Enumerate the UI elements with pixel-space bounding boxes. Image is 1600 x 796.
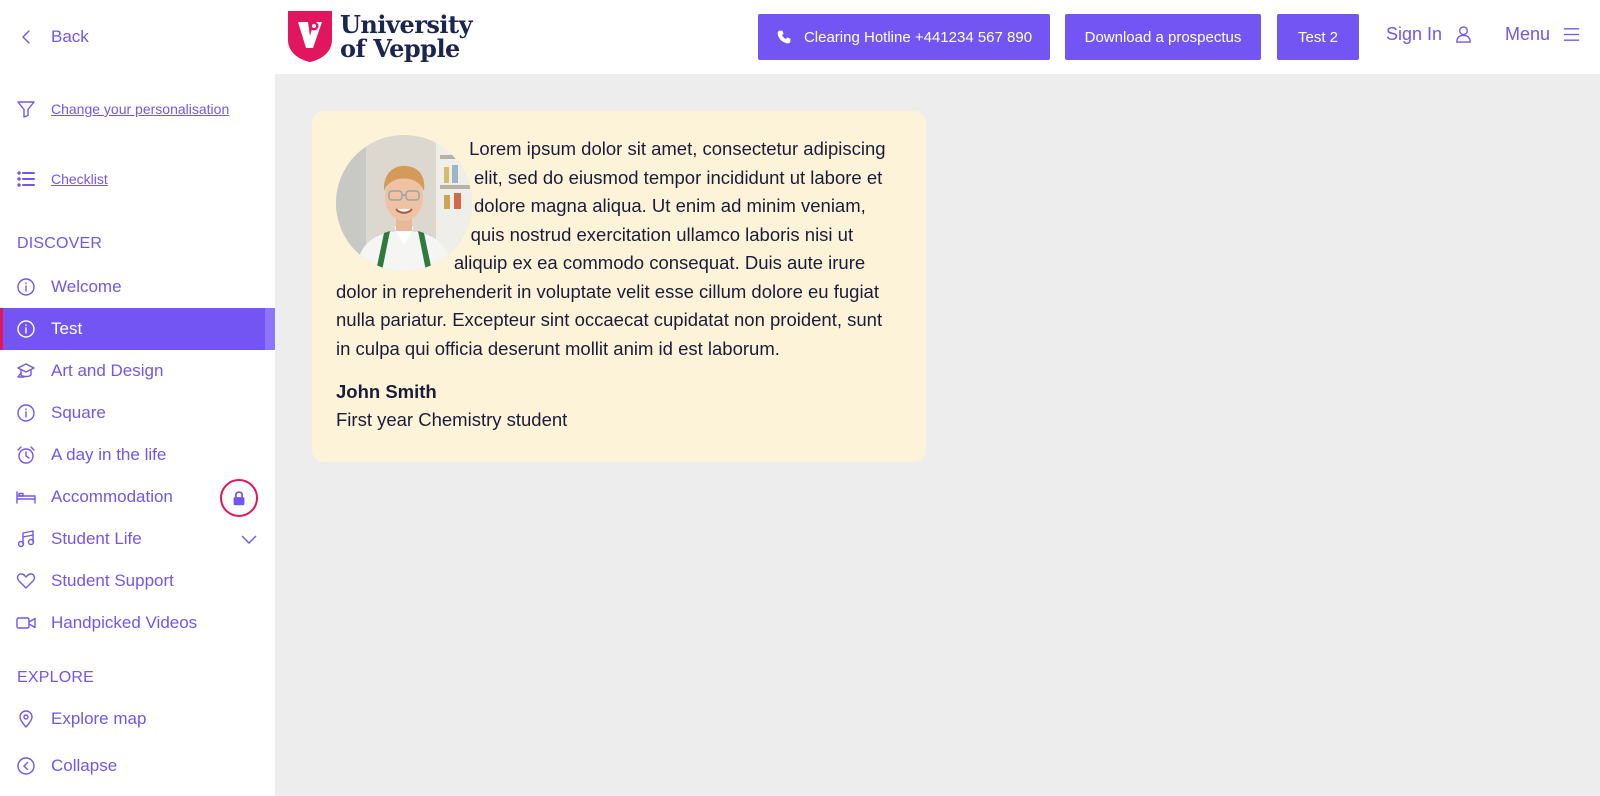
list-icon — [15, 168, 37, 190]
video-camera-icon — [15, 612, 37, 634]
back-label: Back — [51, 27, 89, 46]
menu-label: Menu — [1505, 24, 1551, 44]
sidebar-item-label: A day in the life — [51, 445, 167, 464]
clearing-hotline-label: Clearing Hotline +441234 567 890 — [803, 28, 1033, 46]
change-personalisation-label: Change your personalisation — [51, 101, 230, 117]
sidebar-item-label: Handpicked Videos — [51, 613, 198, 632]
top-header: University of Vepple Clearing Hotline +4… — [275, 0, 1600, 74]
checklist-label: Checklist — [51, 171, 108, 187]
test-2-label: Test 2 — [1297, 28, 1339, 46]
map-pin-icon — [15, 708, 37, 730]
sidebar-item-label: Art and Design — [51, 361, 164, 380]
alarm-clock-icon — [15, 444, 37, 466]
sidebar-item-label: Accommodation — [51, 487, 173, 506]
sidebar-item-student-life[interactable]: Student Life — [0, 518, 275, 560]
chevron-down-icon[interactable] — [240, 530, 258, 548]
music-note-icon — [15, 528, 37, 550]
clearing-hotline-button[interactable]: Clearing Hotline +441234 567 890 — [758, 14, 1050, 60]
sidebar-item-label: Student Support — [51, 571, 174, 590]
student-testimonial-card: Lorem ipsum dolor sit amet, consectetur … — [312, 111, 926, 462]
testimonial-author-role: First year Chemistry student — [336, 409, 568, 430]
sidebar-item-label: Test — [51, 319, 83, 338]
logo-line-2: of Vepple — [340, 33, 460, 63]
filter-icon — [15, 98, 37, 120]
download-prospectus-button[interactable]: Download a prospectus — [1065, 14, 1261, 60]
sidebar-item-welcome[interactable]: Welcome — [0, 266, 275, 308]
student-photo — [336, 135, 472, 271]
info-icon — [15, 276, 37, 298]
sign-in-label: Sign In — [1386, 24, 1443, 44]
sidebar-item-square[interactable]: Square — [0, 392, 275, 434]
logo-line-1: University — [340, 9, 473, 39]
sidebar-item-a-day-in-the-life[interactable]: A day in the life — [0, 434, 275, 476]
sidebar-item-label: Explore map — [51, 709, 147, 728]
discover-heading: DISCOVER — [17, 235, 103, 252]
sidebar-item-test[interactable]: Test — [0, 308, 275, 350]
collapse-label: Collapse — [51, 756, 118, 775]
university-logo[interactable]: University of Vepple — [287, 9, 473, 63]
chevron-left-icon — [15, 26, 37, 48]
bed-icon — [15, 486, 37, 508]
logo-text: University of Vepple — [340, 9, 473, 63]
change-personalisation-link[interactable]: Change your personalisation — [0, 88, 275, 130]
sidebar-item-label: Welcome — [51, 277, 122, 296]
user-icon — [1456, 26, 1471, 43]
graduation-cap-icon — [15, 360, 37, 382]
locked-badge — [220, 479, 258, 517]
download-prospectus-label: Download a prospectus — [1084, 28, 1242, 46]
hamburger-menu-icon — [1563, 28, 1580, 41]
menu-button[interactable]: Menu — [1505, 24, 1581, 45]
info-icon — [15, 402, 37, 424]
checklist-link[interactable]: Checklist — [0, 158, 275, 200]
sidebar-item-art-and-design[interactable]: Art and Design — [0, 350, 275, 392]
sidebar: Back Change your personalisation Checkli… — [0, 0, 275, 796]
testimonial-author: John Smith — [336, 381, 437, 402]
test-2-button[interactable]: Test 2 — [1277, 14, 1359, 60]
sidebar-item-label: Square — [51, 403, 106, 422]
sidebar-item-handpicked-videos[interactable]: Handpicked Videos — [0, 602, 275, 644]
back-button[interactable]: Back — [0, 16, 275, 58]
info-icon — [15, 318, 37, 340]
phone-icon — [777, 30, 791, 44]
sidebar-item-student-support[interactable]: Student Support — [0, 560, 275, 602]
shield-v-logo-icon — [288, 11, 332, 62]
sidebar-item-label: Student Life — [51, 529, 142, 548]
sidebar-item-explore-map[interactable]: Explore map — [0, 698, 275, 740]
explore-heading: EXPLORE — [17, 669, 94, 686]
heart-icon — [15, 570, 37, 592]
lock-icon — [233, 491, 245, 506]
sidebar-item-accommodation[interactable]: Accommodation — [0, 476, 275, 518]
collapse-button[interactable]: Collapse — [0, 745, 275, 787]
sign-in-link[interactable]: Sign In — [1386, 24, 1473, 45]
chevron-left-circle-icon — [15, 755, 37, 777]
